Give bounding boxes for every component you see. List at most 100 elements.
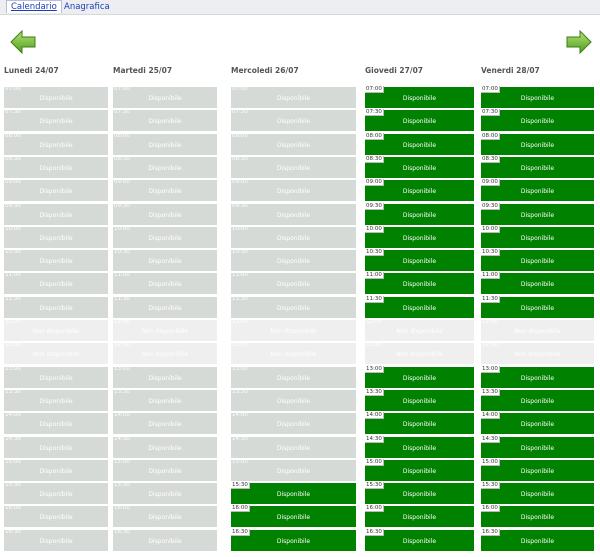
slot-label: Non disponibile xyxy=(396,351,443,359)
slot-available[interactable]: 13:00 Disponibile xyxy=(365,365,474,388)
slot-available[interactable]: 15:00 Disponibile xyxy=(365,458,474,481)
slot-available[interactable]: 15:30 Disponibile xyxy=(113,482,217,505)
slot-available[interactable]: 09:30 Disponibile xyxy=(113,202,217,225)
slot-available[interactable]: 11:30 Disponibile xyxy=(481,295,594,318)
slot-unavailable: 12:00 Non disponibile xyxy=(481,319,594,341)
slot-available[interactable]: 16:30 Disponibile xyxy=(113,528,217,551)
slot-available[interactable]: 07:00 Disponibile xyxy=(365,86,474,108)
slot-available[interactable]: 13:30 Disponibile xyxy=(231,388,356,411)
slot-available[interactable]: 11:00 Disponibile xyxy=(113,272,217,295)
slot-available[interactable]: 07:00 Disponibile xyxy=(113,86,217,108)
slot-available[interactable]: 07:30 Disponibile xyxy=(231,109,356,132)
slot-available[interactable]: 10:00 Disponibile xyxy=(4,225,108,248)
slot-available[interactable]: 09:30 Disponibile xyxy=(365,202,474,225)
slot-available[interactable]: 07:30 Disponibile xyxy=(481,109,594,132)
slot-time: 15:00 xyxy=(481,458,500,466)
slot-available[interactable]: 14:00 Disponibile xyxy=(4,412,108,435)
slot-available[interactable]: 11:30 Disponibile xyxy=(113,295,217,318)
slot-available[interactable]: 11:30 Disponibile xyxy=(4,295,108,318)
slot-available[interactable]: 13:00 Disponibile xyxy=(481,365,594,388)
slot-available[interactable]: 10:30 Disponibile xyxy=(481,249,594,272)
slot-available[interactable]: 15:00 Disponibile xyxy=(231,458,356,481)
slot-available[interactable]: 11:00 Disponibile xyxy=(365,272,474,295)
tab-calendario[interactable]: Calendario xyxy=(6,0,62,13)
slot-available[interactable]: 09:30 Disponibile xyxy=(4,202,108,225)
slot-available[interactable]: 08:00 Disponibile xyxy=(231,132,356,155)
slot-available[interactable]: 07:30 Disponibile xyxy=(4,109,108,132)
slot-available[interactable]: 14:00 Disponibile xyxy=(481,412,594,435)
slot-available[interactable]: 10:30 Disponibile xyxy=(4,249,108,272)
slot-available[interactable]: 08:30 Disponibile xyxy=(365,155,474,178)
slot-available[interactable]: 15:30 Disponibile xyxy=(481,482,594,505)
slot-available[interactable]: 08:30 Disponibile xyxy=(113,155,217,178)
next-week-button[interactable] xyxy=(566,29,592,55)
slot-available[interactable]: 16:30 Disponibile xyxy=(231,528,356,551)
slot-available[interactable]: 14:00 Disponibile xyxy=(365,412,474,435)
slot-available[interactable]: 14:30 Disponibile xyxy=(4,435,108,458)
slot-available[interactable]: 07:30 Disponibile xyxy=(113,109,217,132)
slot-available[interactable]: 08:00 Disponibile xyxy=(365,132,474,155)
slot-available[interactable]: 10:30 Disponibile xyxy=(365,249,474,272)
slot-available[interactable]: 15:00 Disponibile xyxy=(4,458,108,481)
slot-available[interactable]: 09:00 Disponibile xyxy=(231,179,356,202)
tab-anagrafica[interactable]: Anagrafica xyxy=(60,1,114,13)
slot-available[interactable]: 09:00 Disponibile xyxy=(365,179,474,202)
slot-available[interactable]: 16:30 Disponibile xyxy=(481,528,594,551)
slot-available[interactable]: 10:00 Disponibile xyxy=(365,225,474,248)
slot-available[interactable]: 13:00 Disponibile xyxy=(113,365,217,388)
slot-time: 14:30 xyxy=(114,435,130,442)
slot-available[interactable]: 13:30 Disponibile xyxy=(481,388,594,411)
slot-available[interactable]: 09:30 Disponibile xyxy=(231,202,356,225)
slot-available[interactable]: 08:30 Disponibile xyxy=(4,155,108,178)
slot-available[interactable]: 15:00 Disponibile xyxy=(113,458,217,481)
slot-available[interactable]: 08:00 Disponibile xyxy=(4,132,108,155)
slot-available[interactable]: 15:30 Disponibile xyxy=(231,482,356,505)
slot-available[interactable]: 14:00 Disponibile xyxy=(231,412,356,435)
slot-available[interactable]: 11:30 Disponibile xyxy=(231,295,356,318)
slot-available[interactable]: 13:30 Disponibile xyxy=(4,388,108,411)
slot-available[interactable]: 10:00 Disponibile xyxy=(231,225,356,248)
slot-available[interactable]: 10:00 Disponibile xyxy=(113,225,217,248)
slot-available[interactable]: 08:00 Disponibile xyxy=(113,132,217,155)
slot-available[interactable]: 08:00 Disponibile xyxy=(481,132,594,155)
slot-available[interactable]: 07:00 Disponibile xyxy=(4,86,108,108)
slot-available[interactable]: 07:30 Disponibile xyxy=(365,109,474,132)
slot-available[interactable]: 15:30 Disponibile xyxy=(365,482,474,505)
slot-available[interactable]: 15:30 Disponibile xyxy=(4,482,108,505)
slot-available[interactable]: 10:30 Disponibile xyxy=(231,249,356,272)
slot-available[interactable]: 14:30 Disponibile xyxy=(481,435,594,458)
slot-available[interactable]: 09:30 Disponibile xyxy=(481,202,594,225)
prev-week-button[interactable] xyxy=(10,29,36,55)
slot-available[interactable]: 16:30 Disponibile xyxy=(365,528,474,551)
slot-available[interactable]: 11:00 Disponibile xyxy=(4,272,108,295)
slot-available[interactable]: 16:00 Disponibile xyxy=(481,505,594,528)
slot-available[interactable]: 10:00 Disponibile xyxy=(481,225,594,248)
slot-available[interactable]: 16:00 Disponibile xyxy=(4,505,108,528)
slot-available[interactable]: 13:00 Disponibile xyxy=(4,365,108,388)
slot-available[interactable]: 08:30 Disponibile xyxy=(481,155,594,178)
slot-available[interactable]: 07:00 Disponibile xyxy=(481,86,594,108)
slot-available[interactable]: 11:00 Disponibile xyxy=(481,272,594,295)
slot-label: Disponibile xyxy=(39,188,73,196)
slot-label: Disponibile xyxy=(520,467,555,475)
slot-available[interactable]: 07:00 Disponibile xyxy=(231,86,356,108)
slot-available[interactable]: 09:00 Disponibile xyxy=(481,179,594,202)
slot-available[interactable]: 16:00 Disponibile xyxy=(365,505,474,528)
slot-available[interactable]: 13:30 Disponibile xyxy=(113,388,217,411)
slot-available[interactable]: 16:00 Disponibile xyxy=(231,505,356,528)
slot-available[interactable]: 08:30 Disponibile xyxy=(231,155,356,178)
slot-available[interactable]: 10:30 Disponibile xyxy=(113,249,217,272)
slot-available[interactable]: 15:00 Disponibile xyxy=(481,458,594,481)
slot-available[interactable]: 11:30 Disponibile xyxy=(365,295,474,318)
slot-available[interactable]: 16:30 Disponibile xyxy=(4,528,108,551)
slot-available[interactable]: 13:30 Disponibile xyxy=(365,388,474,411)
slot-available[interactable]: 14:30 Disponibile xyxy=(231,435,356,458)
slot-available[interactable]: 13:00 Disponibile xyxy=(231,365,356,388)
slot-available[interactable]: 11:00 Disponibile xyxy=(231,272,356,295)
slot-available[interactable]: 14:30 Disponibile xyxy=(365,435,474,458)
slot-available[interactable]: 09:00 Disponibile xyxy=(113,179,217,202)
slot-available[interactable]: 14:00 Disponibile xyxy=(113,412,217,435)
slot-available[interactable]: 16:00 Disponibile xyxy=(113,505,217,528)
slot-available[interactable]: 14:30 Disponibile xyxy=(113,435,217,458)
slot-available[interactable]: 09:00 Disponibile xyxy=(4,179,108,202)
